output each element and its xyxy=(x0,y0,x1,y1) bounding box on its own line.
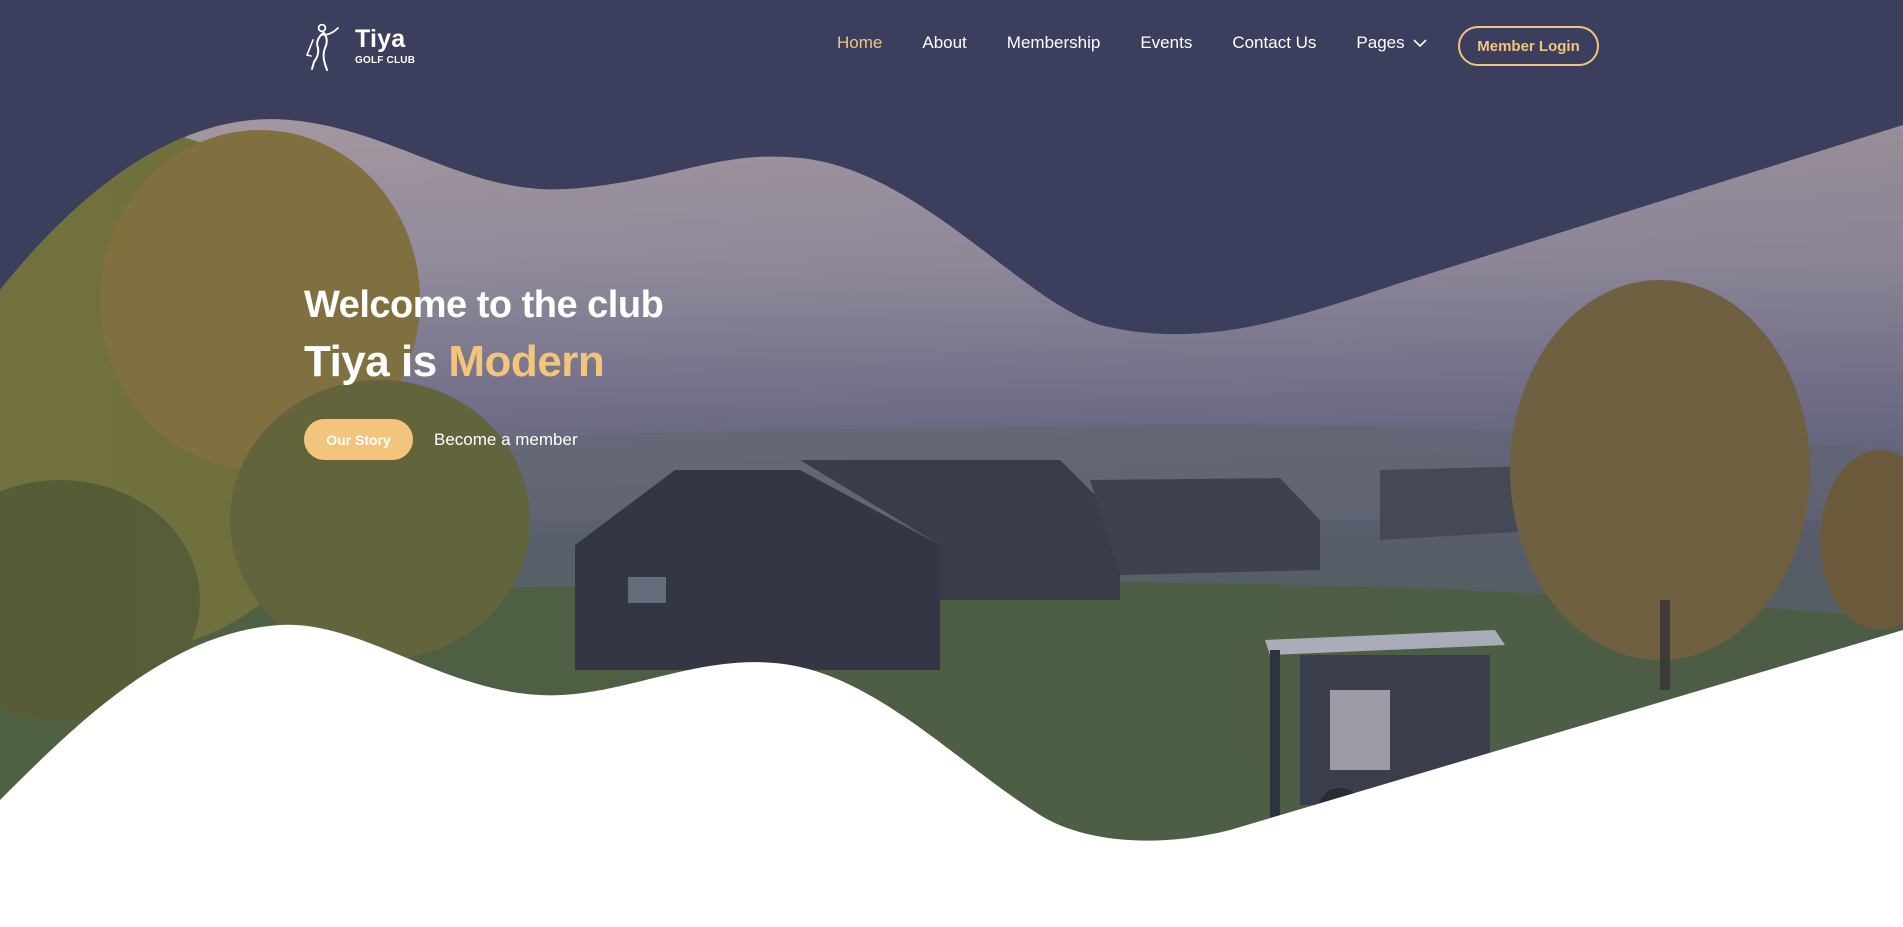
brand-name: Tiya xyxy=(355,25,406,53)
brand-logo[interactable]: Tiya GOLF CLUB xyxy=(305,22,415,72)
site-header: Tiya GOLF CLUB Home About Membership Eve… xyxy=(0,0,1903,94)
chevron-down-icon xyxy=(1413,38,1427,47)
nav-membership[interactable]: Membership xyxy=(1007,33,1101,53)
nav-pages-label: Pages xyxy=(1356,33,1405,52)
hero-welcome-text: Welcome to the club xyxy=(304,284,664,326)
member-login-button[interactable]: Member Login xyxy=(1458,26,1599,66)
hero-title-prefix: Tiya is xyxy=(304,337,437,386)
hero-title: Tiya is Modern xyxy=(304,336,663,388)
nav-about[interactable]: About xyxy=(922,33,966,53)
nav-pages[interactable]: Pages xyxy=(1356,33,1427,53)
golfer-icon xyxy=(306,23,339,71)
hero-heading: Welcome to the club Tiya is Modern xyxy=(304,282,664,388)
brand-tagline: GOLF CLUB xyxy=(355,55,416,66)
hero-title-accent: Modern xyxy=(448,337,605,386)
hero-actions: Our Story Become a member xyxy=(304,419,578,460)
nav-contact-us[interactable]: Contact Us xyxy=(1232,33,1316,53)
hero-background xyxy=(0,0,1903,927)
become-member-link[interactable]: Become a member xyxy=(434,430,578,450)
main-nav: Home About Membership Events Contact Us … xyxy=(837,33,1467,53)
nav-events[interactable]: Events xyxy=(1140,33,1192,53)
our-story-button[interactable]: Our Story xyxy=(304,419,413,460)
nav-home[interactable]: Home xyxy=(837,33,882,53)
